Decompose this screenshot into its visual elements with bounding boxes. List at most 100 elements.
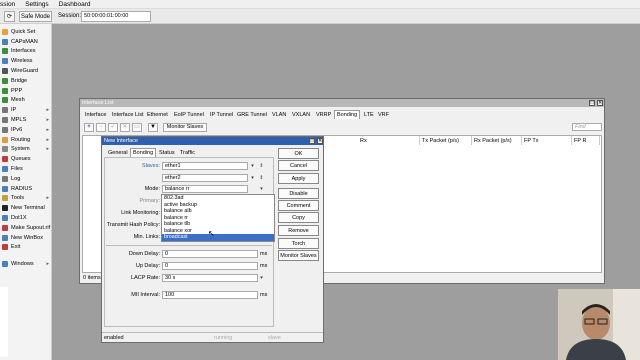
comment-button[interactable]: ▭ bbox=[132, 123, 142, 132]
monitor-slaves-button[interactable]: Monitor Slaves bbox=[163, 123, 207, 132]
tab-eoip-tunnel[interactable]: EoIP Tunnel bbox=[171, 110, 207, 119]
refresh-button[interactable]: ⟳ bbox=[4, 11, 15, 22]
sidebar-item-ip[interactable]: IP ▸ bbox=[0, 105, 52, 115]
sidebar-item-label: IP bbox=[11, 107, 17, 114]
sidebar-item-system[interactable]: System ▸ bbox=[0, 145, 52, 155]
remove-button[interactable]: − bbox=[96, 123, 106, 132]
tab-vlan[interactable]: VLAN bbox=[269, 110, 289, 119]
mode-select[interactable]: balance rr bbox=[162, 185, 248, 193]
menu-session[interactable]: ssion bbox=[0, 1, 15, 8]
cancel-button[interactable]: Cancel bbox=[278, 160, 319, 171]
sidebar-item-label: CAPsMAN bbox=[11, 38, 38, 45]
sidebar-item-wireguard[interactable]: WireGuard bbox=[0, 66, 52, 76]
sidebar-item-queues[interactable]: Queues bbox=[0, 154, 52, 164]
sidebar-item-routing[interactable]: Routing ▸ bbox=[0, 135, 52, 145]
sidebar-item-label: Files bbox=[11, 165, 23, 172]
lacp-dropdown-icon[interactable]: ▾ bbox=[258, 274, 265, 282]
tab-interface-list[interactable]: Interface List bbox=[109, 110, 147, 119]
apply-button[interactable]: Apply bbox=[278, 173, 319, 184]
tab-vxlan[interactable]: VXLAN bbox=[289, 110, 313, 119]
menu-settings[interactable]: Settings bbox=[25, 1, 49, 8]
sidebar-item-mpls[interactable]: MPLS ▸ bbox=[0, 115, 52, 125]
min-links-label: Min. Links: bbox=[133, 234, 160, 240]
enable-button[interactable]: ✓ bbox=[108, 123, 118, 132]
slave1-select[interactable]: ether1 bbox=[162, 162, 248, 170]
sidebar-item-windows[interactable]: Windows ▸ bbox=[0, 259, 52, 269]
up-delay-input[interactable]: 0 bbox=[162, 262, 258, 270]
tab-vrf[interactable]: VRF bbox=[375, 110, 392, 119]
maximize-button[interactable]: □ bbox=[589, 100, 595, 106]
mode-dropdown-icon[interactable]: ▾ bbox=[258, 185, 265, 193]
lacp-rate-select[interactable]: 30 s bbox=[162, 274, 258, 282]
tools-icon bbox=[2, 195, 8, 202]
winbox-brand-strip bbox=[0, 287, 8, 357]
comment-button[interactable]: Comment bbox=[278, 200, 319, 211]
sidebar-item-mesh[interactable]: Mesh bbox=[0, 96, 52, 106]
dialog-tab-general[interactable]: General bbox=[105, 148, 131, 157]
sidebar-item-interfaces[interactable]: Interfaces bbox=[0, 47, 52, 57]
sidebar-item-wireless[interactable]: Wireless bbox=[0, 56, 52, 66]
sidebar-item-capsman[interactable]: CAPsMAN bbox=[0, 37, 52, 47]
sidebar-item-new-winbox[interactable]: New WinBox bbox=[0, 233, 52, 243]
sidebar-item-ipv6[interactable]: IPv6 ▸ bbox=[0, 125, 52, 135]
sidebar-item-quick-set[interactable]: Quick Set bbox=[0, 27, 52, 37]
submenu-arrow-icon: ▸ bbox=[46, 107, 49, 114]
item-count: 0 items bbox=[83, 275, 101, 281]
dialog-close-button[interactable]: ✕ bbox=[317, 138, 323, 144]
remove-button[interactable]: Remove bbox=[278, 225, 319, 236]
sidebar-item-bridge[interactable]: Bridge bbox=[0, 76, 52, 86]
dialog-tab-traffic[interactable]: Traffic bbox=[177, 148, 198, 157]
minus-icon: − bbox=[99, 124, 103, 130]
disable-button[interactable]: ✕ bbox=[120, 123, 130, 132]
sidebar-item-exit[interactable]: Exit bbox=[0, 243, 52, 253]
add-button[interactable]: + bbox=[84, 123, 94, 132]
ok-button[interactable]: OK bbox=[278, 148, 319, 159]
mii-interval-input[interactable]: 100 bbox=[162, 291, 258, 299]
slave1-dropdown-icon[interactable]: ▾ bbox=[249, 162, 256, 170]
tab-bonding[interactable]: Bonding bbox=[334, 110, 361, 119]
sidebar-item-new-terminal[interactable]: New Terminal bbox=[0, 203, 52, 213]
slave1-updown-icon[interactable]: ⇕ bbox=[258, 162, 265, 170]
sidebar-item-radius[interactable]: RADIUS bbox=[0, 184, 52, 194]
slave2-updown-icon[interactable]: ⇕ bbox=[258, 174, 265, 182]
down-delay-input[interactable]: 0 bbox=[162, 250, 258, 258]
dialog-tab-status[interactable]: Status bbox=[156, 148, 178, 157]
sidebar-item-make-supout-rif[interactable]: Make Supout.rif bbox=[0, 223, 52, 233]
dialog-maximize-button[interactable]: □ bbox=[309, 138, 315, 144]
sidebar-item-label: New Terminal bbox=[11, 205, 45, 212]
monitor-slaves-button[interactable]: Monitor Slaves bbox=[278, 250, 319, 261]
col-fp-rx[interactable]: FP R bbox=[572, 136, 600, 145]
session-field[interactable]: 50:00:00:01:00:00 bbox=[81, 11, 151, 22]
mode-option[interactable]: broadcast bbox=[162, 234, 274, 241]
interface-list-titlebar[interactable]: Interface List bbox=[80, 99, 604, 107]
close-button[interactable]: ✕ bbox=[597, 100, 603, 106]
sidebar-item-files[interactable]: Files bbox=[0, 164, 52, 174]
sidebar-item-dot1x[interactable]: Dot1X bbox=[0, 213, 52, 223]
tab-ip-tunnel[interactable]: IP Tunnel bbox=[207, 110, 236, 119]
col-tx-packet[interactable]: Tx Packet (p/s) bbox=[420, 136, 472, 145]
tab-gre-tunnel[interactable]: GRE Tunnel bbox=[234, 110, 270, 119]
sidebar-item-label: Routing bbox=[11, 136, 31, 143]
col-rx[interactable]: Rx bbox=[358, 136, 420, 145]
find-input[interactable]: Find bbox=[572, 123, 602, 131]
routing-icon bbox=[2, 136, 8, 143]
queues-icon bbox=[2, 156, 8, 163]
sidebar-item-log[interactable]: Log bbox=[0, 174, 52, 184]
sidebar-item-ppp[interactable]: PPP bbox=[0, 86, 52, 96]
col-fp-tx[interactable]: FP Tx bbox=[522, 136, 572, 145]
new-interface-titlebar[interactable]: New Interface bbox=[102, 137, 323, 145]
dialog-tab-bonding[interactable]: Bonding bbox=[130, 148, 157, 157]
col-rx-packet[interactable]: Rx Packet (p/s) bbox=[472, 136, 522, 145]
filter-button[interactable]: ▼ bbox=[148, 123, 158, 132]
sidebar-item-tools[interactable]: Tools ▸ bbox=[0, 194, 52, 204]
tab-ethernet[interactable]: Ethernet bbox=[144, 110, 171, 119]
torch-button[interactable]: Torch bbox=[278, 238, 319, 249]
safe-mode-button[interactable]: Safe Mode bbox=[19, 11, 52, 22]
tab-interface[interactable]: Interface bbox=[82, 110, 109, 119]
slave2-select[interactable]: ether2 bbox=[162, 174, 248, 182]
tab-vrrp[interactable]: VRRP bbox=[313, 110, 334, 119]
menu-dashboard[interactable]: Dashboard bbox=[59, 1, 91, 8]
disable-button[interactable]: Disable bbox=[278, 188, 319, 199]
slave2-dropdown-icon[interactable]: ▾ bbox=[249, 174, 256, 182]
copy-button[interactable]: Copy bbox=[278, 212, 319, 223]
